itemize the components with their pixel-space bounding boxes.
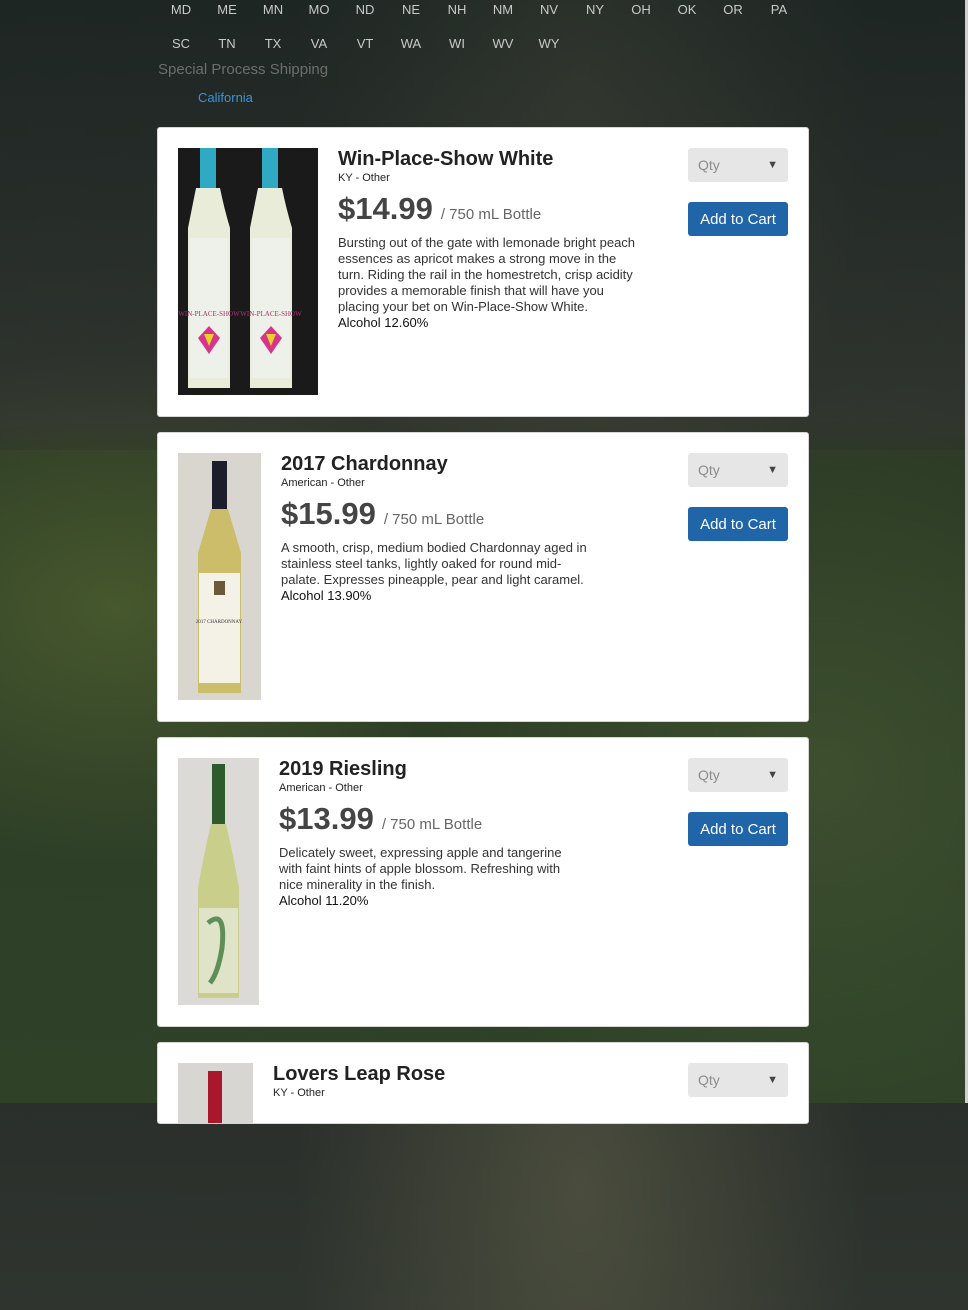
qty-select[interactable]: Qty ▼ xyxy=(688,148,788,182)
state-link[interactable]: OH xyxy=(618,2,664,17)
bottle-label-text: WIN-PLACE-SHOW xyxy=(178,310,240,318)
product-description: A smooth, crisp, medium bodied Chardonna… xyxy=(281,540,587,587)
product-price: $13.99 xyxy=(279,801,374,836)
caret-down-icon: ▼ xyxy=(767,1074,778,1086)
product-info: Lovers Leap Rose KY - Other xyxy=(273,1062,573,1100)
product-unit: / 750 mL Bottle xyxy=(440,206,542,223)
product-card: 2017 CHARDONNAY 2017 Chardonnay American… xyxy=(157,432,809,722)
product-origin: American - Other xyxy=(279,782,363,794)
product-info: 2017 Chardonnay American - Other $15.99 … xyxy=(281,452,591,604)
product-info: Win-Place-Show White KY - Other $14.99 /… xyxy=(338,147,643,331)
product-price: $15.99 xyxy=(281,496,376,531)
qty-placeholder: Qty xyxy=(698,767,720,783)
product-alcohol: Alcohol 12.60% xyxy=(338,315,429,330)
states-row: SC TN TX VA VT WA WI WV WY xyxy=(158,26,808,60)
caret-down-icon: ▼ xyxy=(767,769,778,781)
state-link[interactable]: NH xyxy=(434,2,480,17)
state-link[interactable]: SC xyxy=(158,36,204,51)
state-link[interactable]: PA xyxy=(756,2,802,17)
product-image[interactable]: WIN-PLACE-SHOW WIN-PLACE-SHOW xyxy=(178,148,318,395)
state-link[interactable]: MD xyxy=(158,2,204,17)
state-link[interactable]: VT xyxy=(342,36,388,51)
state-link[interactable]: NY xyxy=(572,2,618,17)
caret-down-icon: ▼ xyxy=(767,464,778,476)
product-description: Bursting out of the gate with lemonade b… xyxy=(338,235,636,314)
qty-placeholder: Qty xyxy=(698,1072,720,1088)
price-row: $13.99 / 750 mL Bottle xyxy=(279,801,584,837)
product-image[interactable] xyxy=(178,1063,253,1310)
wine-bottles-image: WIN-PLACE-SHOW WIN-PLACE-SHOW xyxy=(178,148,318,395)
product-card: WIN-PLACE-SHOW WIN-PLACE-SHOW Win-Place-… xyxy=(157,127,809,417)
product-image[interactable] xyxy=(178,758,259,1005)
product-card: 2019 Riesling American - Other $13.99 / … xyxy=(157,737,809,1027)
qty-select[interactable]: Qty ▼ xyxy=(688,453,788,487)
product-price: $14.99 xyxy=(338,191,433,226)
product-description: Delicately sweet, expressing apple and t… xyxy=(279,845,562,892)
state-link[interactable]: WI xyxy=(434,36,480,51)
product-unit: / 750 mL Bottle xyxy=(381,816,483,833)
state-link[interactable]: TX xyxy=(250,36,296,51)
product-title[interactable]: Lovers Leap Rose xyxy=(273,1062,573,1086)
bottle-label-text: 2017 CHARDONNAY xyxy=(196,620,243,625)
qty-select[interactable]: Qty ▼ xyxy=(688,1063,788,1097)
wine-bottle-image xyxy=(178,758,259,1005)
product-origin: KY - Other xyxy=(338,172,390,184)
state-link[interactable]: VA xyxy=(296,36,342,51)
wine-bottle-image xyxy=(178,1063,253,1123)
shipping-states-list: MD ME MN MO ND NE NH NM NV NY OH OK OR P… xyxy=(158,0,808,60)
bottle-label-text: WIN-PLACE-SHOW xyxy=(240,310,302,318)
qty-placeholder: Qty xyxy=(698,157,720,173)
state-link[interactable]: ME xyxy=(204,2,250,17)
add-to-cart-button[interactable]: Add to Cart xyxy=(688,202,788,236)
qty-select[interactable]: Qty ▼ xyxy=(688,758,788,792)
special-shipping-title: Special Process Shipping xyxy=(158,61,329,78)
caret-down-icon: ▼ xyxy=(767,159,778,171)
state-link[interactable]: ND xyxy=(342,2,388,17)
product-origin: American - Other xyxy=(281,477,365,489)
state-link[interactable]: MO xyxy=(296,2,342,17)
state-link[interactable]: NM xyxy=(480,2,526,17)
price-row: $14.99 / 750 mL Bottle xyxy=(338,191,643,227)
add-to-cart-button[interactable]: Add to Cart xyxy=(688,812,788,846)
state-link[interactable]: TN xyxy=(204,36,250,51)
special-shipping-california-link[interactable]: California xyxy=(198,90,253,105)
state-link[interactable]: WV xyxy=(480,36,526,51)
price-row: $15.99 / 750 mL Bottle xyxy=(281,496,591,532)
state-link[interactable]: WY xyxy=(526,36,572,51)
product-unit: / 750 mL Bottle xyxy=(383,511,485,528)
product-info: 2019 Riesling American - Other $13.99 / … xyxy=(279,757,584,909)
product-alcohol: Alcohol 11.20% xyxy=(279,893,369,908)
product-image[interactable]: 2017 CHARDONNAY xyxy=(178,453,261,700)
state-link[interactable]: WA xyxy=(388,36,434,51)
product-title[interactable]: Win-Place-Show White xyxy=(338,147,643,171)
product-origin: KY - Other xyxy=(273,1087,325,1099)
state-link[interactable]: MN xyxy=(250,2,296,17)
wine-bottle-image: 2017 CHARDONNAY xyxy=(178,453,261,700)
qty-placeholder: Qty xyxy=(698,462,720,478)
product-title[interactable]: 2019 Riesling xyxy=(279,757,584,781)
state-link[interactable]: NE xyxy=(388,2,434,17)
state-link[interactable]: NV xyxy=(526,2,572,17)
state-link[interactable]: OR xyxy=(710,2,756,17)
product-card: Lovers Leap Rose KY - Other Qty ▼ xyxy=(157,1042,809,1124)
product-title[interactable]: 2017 Chardonnay xyxy=(281,452,591,476)
state-link[interactable]: OK xyxy=(664,2,710,17)
product-alcohol: Alcohol 13.90% xyxy=(281,588,372,603)
states-row: MD ME MN MO ND NE NH NM NV NY OH OK OR P… xyxy=(158,0,808,26)
add-to-cart-button[interactable]: Add to Cart xyxy=(688,507,788,541)
